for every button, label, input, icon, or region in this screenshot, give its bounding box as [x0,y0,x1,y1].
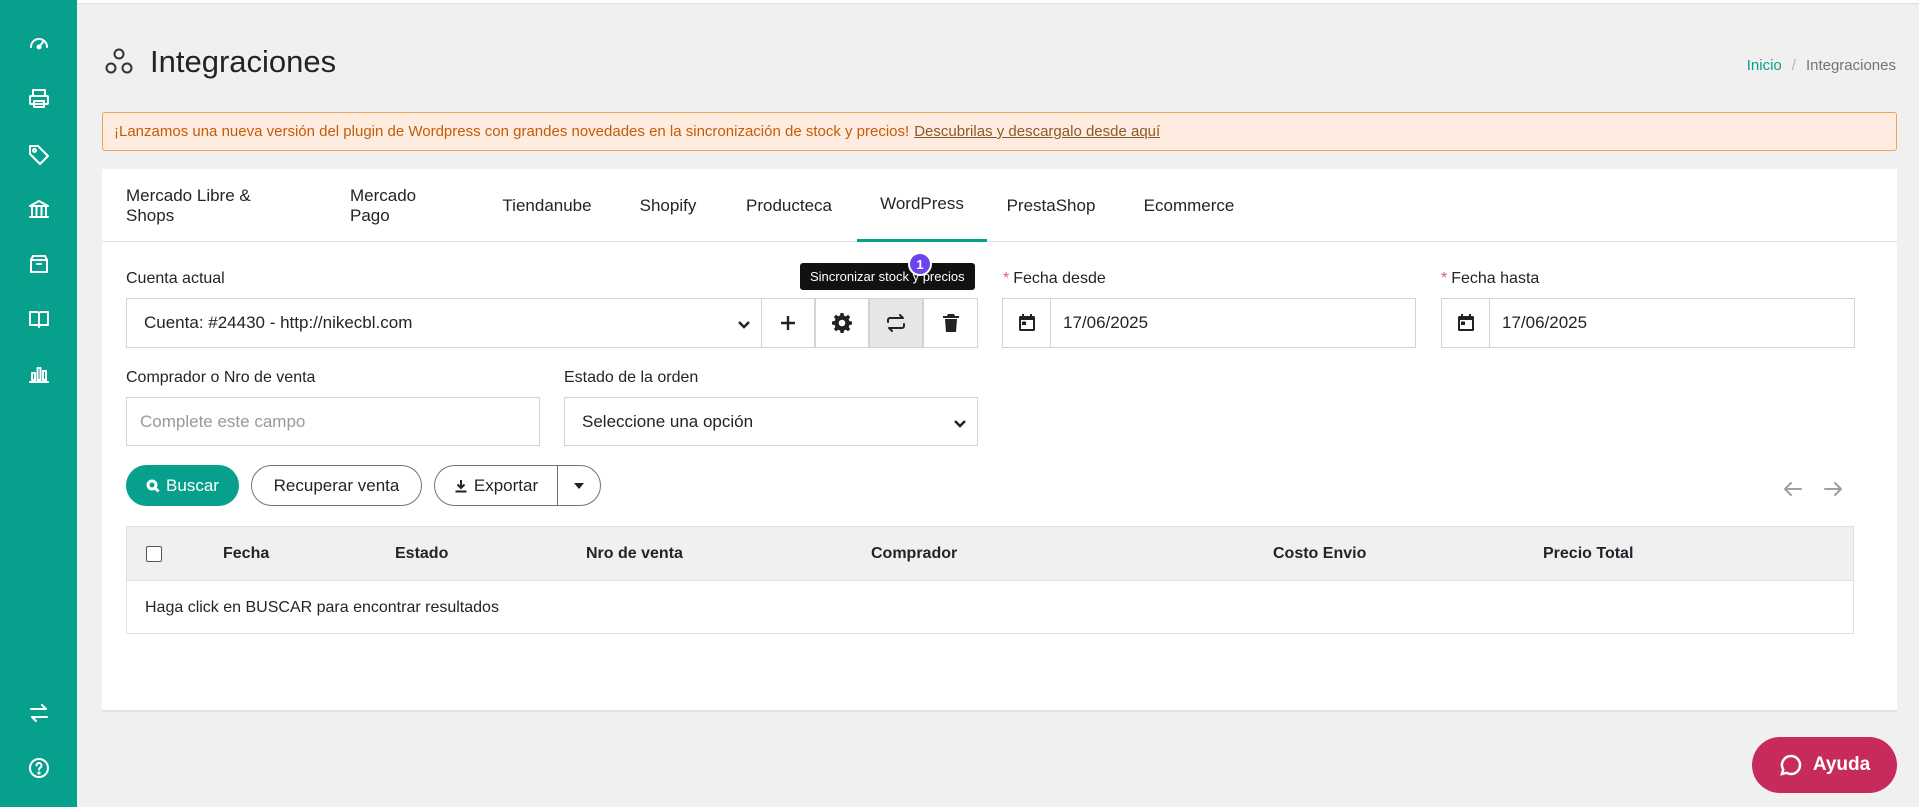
help-button-label: Ayuda [1812,754,1871,775]
sync-icon [887,314,905,332]
column-precio-total[interactable]: Precio Total [1543,527,1633,581]
order-status-select[interactable]: Seleccione una opción [564,397,978,446]
export-button[interactable]: Exportar [434,465,558,506]
calendar-icon[interactable] [1442,299,1490,347]
transfer-icon[interactable] [0,696,77,730]
gear-icon [832,313,852,333]
date-from-label-text: Fecha desde [1013,270,1106,287]
tab-mercado-libre[interactable]: Mercado Libre & Shops [126,169,302,242]
date-from-field[interactable]: 17/06/2025 [1002,298,1416,348]
alert-text: ¡Lanzamos una nueva versión del plugin d… [114,123,910,140]
arrow-right-icon[interactable] [1820,476,1846,502]
book-icon[interactable] [0,302,77,336]
search-icon [146,479,160,493]
tab-shopify[interactable]: Shopify [639,169,697,242]
date-to-label-text: Fecha hasta [1451,270,1540,287]
search-button[interactable]: Buscar [126,465,239,506]
breadcrumb-separator: / [1791,57,1796,74]
date-from-value[interactable]: 17/06/2025 [1051,299,1148,347]
sync-stock-button[interactable] [869,298,923,348]
bar-chart-icon[interactable] [0,357,77,391]
announcement-alert: ¡Lanzamos una nueva versión del plugin d… [102,112,1897,151]
alert-link[interactable]: Descubrilas y descargalo desde aquí [914,123,1160,140]
help-button[interactable]: Ayuda [1752,737,1897,793]
date-to-label: * Fecha hasta [1441,270,1539,288]
recover-sale-button[interactable]: Recuperar venta [251,465,422,506]
step-badge: 1 [908,252,932,276]
trash-icon [942,314,959,332]
help-circle-icon[interactable] [0,751,77,785]
integration-tabs: Mercado Libre & Shops Mercado Pago Tiend… [102,169,1897,242]
integrations-icon [105,48,133,74]
delete-account-button[interactable] [923,298,978,348]
date-to-field[interactable]: 17/06/2025 [1441,298,1855,348]
chevron-down-icon [737,316,751,330]
order-status-label: Estado de la orden [564,369,699,386]
plus-icon [781,316,795,330]
arrow-left-icon[interactable] [1780,476,1806,502]
breadcrumb-home[interactable]: Inicio [1747,57,1782,74]
export-button-label: Exportar [473,475,539,495]
tab-wordpress[interactable]: WordPress [857,169,987,242]
account-select[interactable]: Cuenta: #24430 - http://nikecbl.com [126,298,762,348]
buyer-label: Comprador o Nro de venta [126,369,316,386]
date-from-label: * Fecha desde [1003,270,1106,288]
buyer-input[interactable]: Complete este campo [126,397,540,446]
top-bar [77,0,1919,4]
page-title: Integraciones [150,44,337,79]
bank-icon[interactable] [0,192,77,226]
required-mark: * [1441,270,1448,287]
dashboard-icon[interactable] [0,26,77,60]
chevron-down-icon [953,415,967,429]
tab-prestashop[interactable]: PrestaShop [1007,169,1096,242]
date-to-value[interactable]: 17/06/2025 [1490,299,1587,347]
calendar-icon[interactable] [1003,299,1051,347]
column-nro-venta[interactable]: Nro de venta [586,527,683,581]
column-estado[interactable]: Estado [395,527,448,581]
account-settings-button[interactable] [815,298,869,348]
tab-ecommerce[interactable]: Ecommerce [1144,169,1235,242]
caret-down-icon [574,482,584,489]
column-fecha[interactable]: Fecha [223,527,269,581]
chat-bubble-icon [1780,754,1802,776]
table-header: Fecha Estado Nro de venta Comprador Cost… [127,527,1853,581]
download-icon [455,479,467,492]
account-select-value: Cuenta: #24430 - http://nikecbl.com [144,313,413,332]
breadcrumb-current: Integraciones [1805,57,1896,74]
box-icon[interactable] [0,247,77,281]
tag-icon[interactable] [0,137,77,171]
orders-table: Fecha Estado Nro de venta Comprador Cost… [126,526,1854,634]
sync-tooltip: Sincronizar stock y precios [800,263,975,290]
select-all-checkbox[interactable] [146,546,162,562]
search-button-label: Buscar [166,475,219,495]
tab-mercado-pago[interactable]: Mercado Pago [350,169,458,242]
column-comprador[interactable]: Comprador [871,527,957,581]
column-costo-envio[interactable]: Costo Envio [1273,527,1366,581]
empty-results-message: Haga click en BUSCAR para encontrar resu… [145,598,499,616]
tab-tiendanube[interactable]: Tiendanube [502,169,591,242]
add-account-button[interactable] [761,298,815,348]
account-label: Cuenta actual [126,270,225,287]
tab-producteca[interactable]: Producteca [746,169,832,242]
export-options-button[interactable] [557,465,601,506]
printer-icon[interactable] [0,82,77,116]
order-status-value: Seleccione una opción [582,411,754,431]
sidebar [0,0,77,807]
required-mark: * [1003,270,1010,287]
page-header: Integraciones [102,44,336,80]
breadcrumb: Inicio / Integraciones [1747,57,1896,74]
